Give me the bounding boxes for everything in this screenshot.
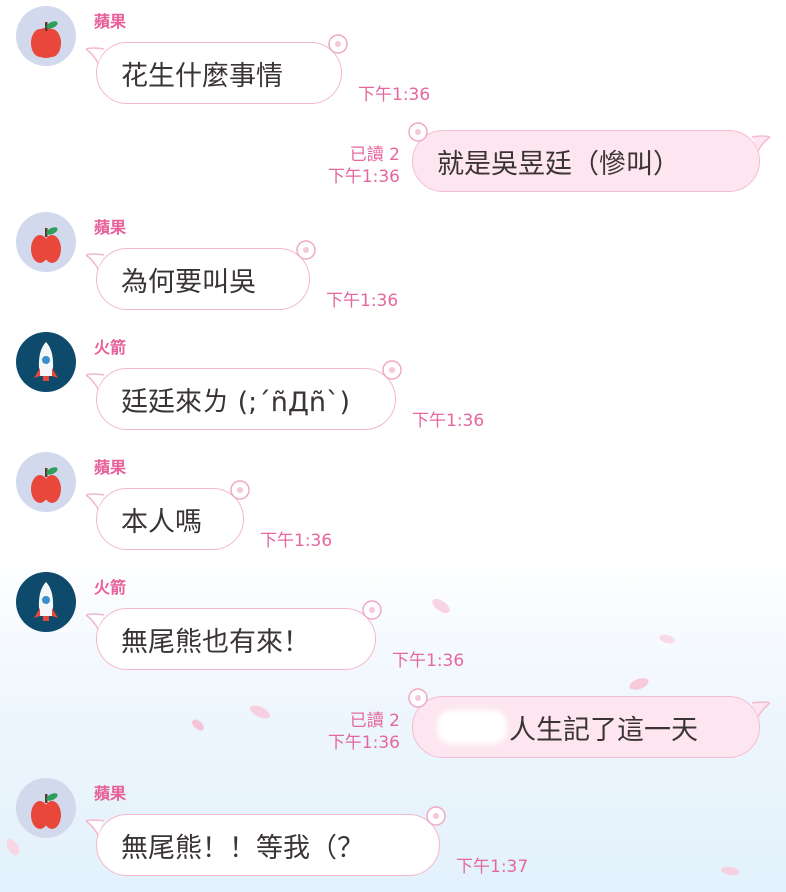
message-bubble[interactable]: 為何要叫吳 bbox=[86, 240, 316, 310]
apple-icon bbox=[31, 227, 61, 263]
flower-icon bbox=[230, 480, 250, 500]
message-time: 下午1:36 bbox=[260, 531, 333, 551]
apple-avatar[interactable] bbox=[16, 212, 76, 272]
message-time: 下午1:36 bbox=[327, 733, 400, 753]
sender-name: 蘋果 bbox=[94, 12, 127, 31]
message-text: 無尾熊也有來！ bbox=[121, 626, 310, 658]
flower-icon bbox=[426, 806, 446, 826]
message-text: 為何要叫吳 bbox=[121, 266, 256, 298]
apple-avatar[interactable] bbox=[16, 452, 76, 512]
sender-name: 火箭 bbox=[94, 578, 127, 597]
redacted-blur bbox=[437, 710, 507, 744]
chat-area[interactable]: 蘋果 花生什麼事情 下午1:36 已讀 2 下午1:36 就是吳昱廷（慘叫） 蘋… bbox=[0, 0, 786, 892]
bubble-tail bbox=[86, 819, 104, 836]
flower-icon bbox=[408, 688, 428, 708]
message-bubble[interactable]: 廷廷來ㄌ (;´ñДñ`) bbox=[86, 360, 402, 430]
rocket-avatar[interactable] bbox=[16, 332, 76, 392]
message-bubble[interactable]: 人生記了這一天 bbox=[408, 688, 770, 758]
message-time: 下午1:36 bbox=[327, 167, 400, 187]
message-bubble[interactable]: 就是吳昱廷（慘叫） bbox=[408, 122, 770, 192]
sender-name: 火箭 bbox=[94, 338, 127, 357]
apple-icon bbox=[31, 793, 61, 829]
petal-icon bbox=[629, 678, 649, 690]
apple-icon bbox=[31, 21, 61, 58]
message-time: 下午1:37 bbox=[456, 857, 529, 877]
message-time: 下午1:36 bbox=[358, 85, 431, 105]
rocket-icon bbox=[34, 582, 58, 621]
read-status: 已讀 2 bbox=[349, 145, 400, 165]
message-text: 廷廷來ㄌ (;´ñДñ`) bbox=[121, 386, 351, 418]
message-bubble[interactable]: 無尾熊！！等我（？ bbox=[86, 806, 446, 876]
flower-icon bbox=[362, 600, 382, 620]
flower-icon bbox=[328, 34, 348, 54]
sender-name: 蘋果 bbox=[94, 218, 127, 237]
bubble-tail bbox=[86, 373, 104, 390]
petal-icon bbox=[249, 705, 271, 719]
message-text: 就是吳昱廷（慘叫） bbox=[437, 148, 680, 180]
message-text: 花生什麼事情 bbox=[121, 60, 283, 92]
bubble-tail bbox=[86, 613, 104, 630]
message-text: 無尾熊！！等我（？ bbox=[121, 832, 364, 864]
sender-name: 蘋果 bbox=[94, 784, 127, 803]
message-bubble[interactable]: 本人嗎 bbox=[86, 480, 250, 550]
message-text: 人生記了這一天 bbox=[509, 714, 698, 746]
apple-avatar[interactable] bbox=[16, 778, 76, 838]
flower-icon bbox=[296, 240, 316, 260]
bubble-tail bbox=[86, 493, 104, 510]
petal-icon bbox=[192, 719, 204, 731]
bubble-tail bbox=[752, 135, 770, 152]
message-time: 下午1:36 bbox=[412, 411, 485, 431]
flower-icon bbox=[408, 122, 428, 142]
read-meta: 已讀 2 下午1:36 bbox=[300, 710, 400, 754]
petal-icon bbox=[659, 634, 675, 644]
read-meta: 已讀 2 下午1:36 bbox=[300, 144, 400, 188]
message-time: 下午1:36 bbox=[326, 291, 399, 311]
bubble-tail bbox=[86, 47, 104, 64]
bubble-tail bbox=[86, 253, 104, 270]
rocket-avatar[interactable] bbox=[16, 572, 76, 632]
bubble-tail bbox=[752, 701, 770, 718]
flower-icon bbox=[382, 360, 402, 380]
message-time: 下午1:36 bbox=[392, 651, 465, 671]
message-text: 本人嗎 bbox=[121, 506, 202, 538]
petal-icon bbox=[6, 838, 20, 856]
message-bubble[interactable]: 花生什麼事情 bbox=[86, 34, 348, 104]
apple-avatar[interactable] bbox=[16, 6, 76, 66]
apple-icon bbox=[31, 467, 61, 503]
rocket-icon bbox=[34, 342, 58, 381]
petal-icon bbox=[721, 866, 739, 876]
petal-icon bbox=[432, 598, 450, 614]
sender-name: 蘋果 bbox=[94, 458, 127, 477]
read-status: 已讀 2 bbox=[349, 711, 400, 731]
message-bubble[interactable]: 無尾熊也有來！ bbox=[86, 600, 382, 670]
